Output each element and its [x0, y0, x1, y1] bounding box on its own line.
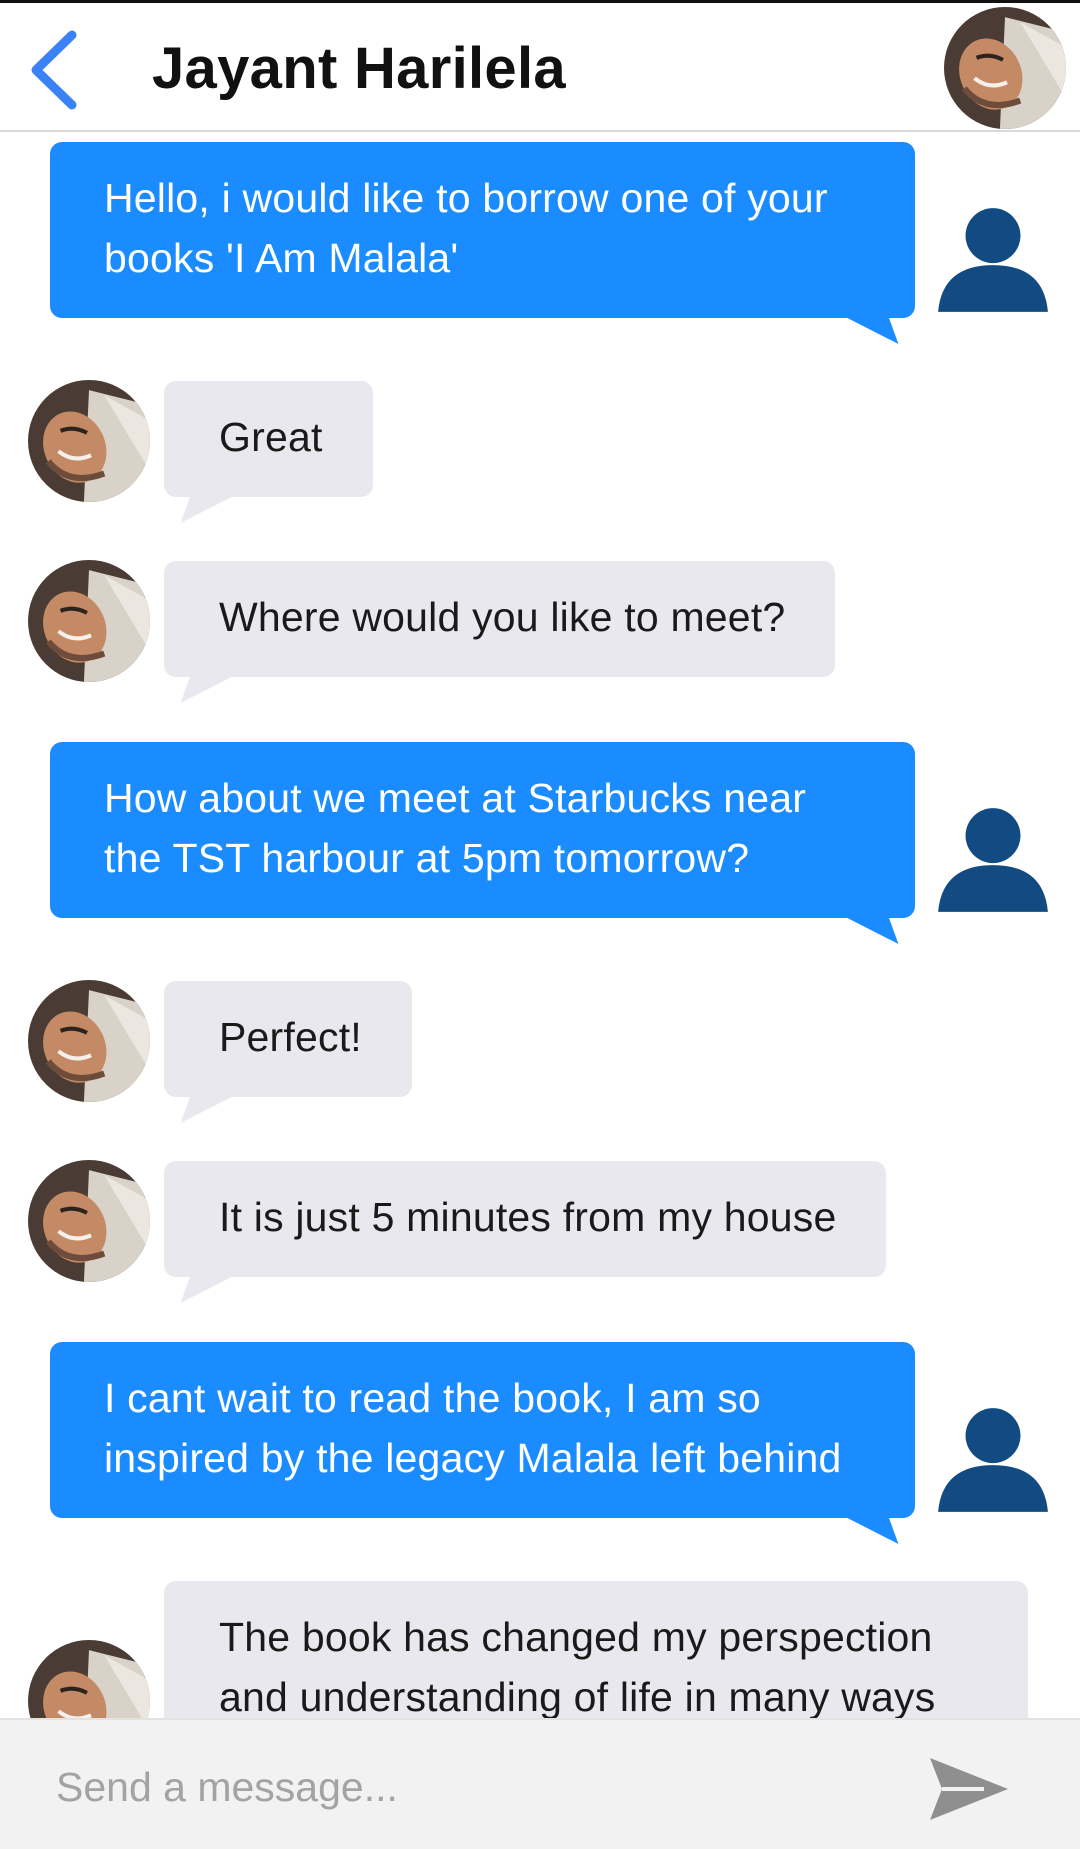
contact-avatar	[28, 1160, 150, 1282]
chevron-left-icon	[31, 30, 77, 110]
chat-header: Jayant Harilela	[0, 3, 1080, 132]
contact-photo	[28, 380, 150, 502]
message-composer	[0, 1718, 1080, 1849]
send-button[interactable]	[924, 1744, 1014, 1834]
message-outgoing: I cant wait to read the book, I am so in…	[50, 1342, 915, 1518]
user-icon	[932, 1398, 1054, 1520]
contact-avatar[interactable]	[944, 7, 1066, 129]
user-avatar	[932, 1398, 1054, 1520]
message-incoming: Where would you like to meet?	[164, 561, 836, 677]
user-avatar	[932, 798, 1054, 920]
message-text: Hello, i would like to borrow one of you…	[104, 175, 828, 281]
back-button[interactable]	[22, 25, 92, 115]
message-incoming: Great	[164, 381, 373, 497]
user-icon	[932, 198, 1054, 320]
message-incoming: Perfect!	[164, 981, 412, 1097]
contact-photo	[28, 560, 150, 682]
contact-photo	[28, 980, 150, 1102]
message-input[interactable]	[32, 1734, 898, 1840]
message-text: How about we meet at Starbucks near the …	[104, 775, 807, 881]
contact-avatar	[28, 560, 150, 682]
contact-photo	[944, 7, 1066, 129]
message-incoming: It is just 5 minutes from my house	[164, 1161, 887, 1277]
message-outgoing: How about we meet at Starbucks near the …	[50, 742, 915, 918]
message-text: The book has changed my perspection and …	[219, 1614, 936, 1720]
message-text: I cant wait to read the book, I am so in…	[104, 1375, 842, 1481]
contact-photo	[28, 1160, 150, 1282]
send-icon	[930, 1758, 1008, 1820]
message-text: Great	[219, 414, 323, 460]
message-text: Perfect!	[219, 1014, 362, 1060]
contact-avatar	[28, 380, 150, 502]
message-outgoing: Hello, i would like to borrow one of you…	[50, 142, 915, 318]
user-avatar	[932, 198, 1054, 320]
message-text: Where would you like to meet?	[219, 594, 786, 640]
contact-avatar	[28, 980, 150, 1102]
contact-name: Jayant Harilela	[152, 36, 566, 101]
message-text: It is just 5 minutes from my house	[219, 1194, 837, 1240]
user-icon	[932, 798, 1054, 920]
